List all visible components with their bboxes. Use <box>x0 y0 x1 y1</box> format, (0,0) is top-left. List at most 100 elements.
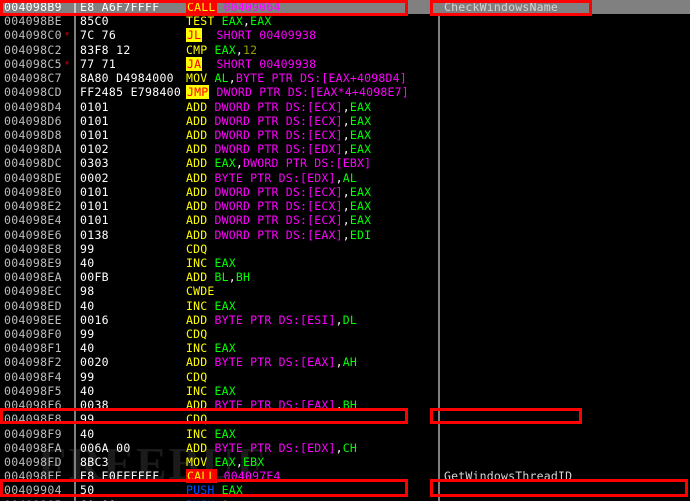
disassembly-cell: MOV AL,BYTE PTR DS:[EAX+4098D4] <box>186 71 436 85</box>
disassembly-cell: CALL 004097E4 <box>186 469 436 484</box>
disassembly-row[interactable]: 004098DE 0002 ADD BYTE PTR DS:[EDX],AL <box>0 170 690 185</box>
disassembly-row[interactable]: 004098EA 00FB ADD BL,BH <box>0 270 690 285</box>
address-column-rule <box>74 383 76 399</box>
address-column-rule <box>74 42 76 57</box>
disassembly-row[interactable]: 004098F8 99 CDQ <box>0 412 690 427</box>
operand: BL <box>214 270 229 285</box>
disassembly-row[interactable]: 004098F5 40 INC EAX <box>0 383 690 399</box>
address-cell: 004098D6 <box>4 113 62 128</box>
operand: EAX <box>214 341 236 356</box>
address-cell: 004098F5 <box>4 383 62 398</box>
operand: EAX <box>221 14 243 29</box>
address-column-rule <box>74 142 76 157</box>
disassembly-row[interactable]: 004098C5 ▾ 77 71 JA SHORT 00409938 <box>0 56 690 72</box>
hex-dump-cell: 40 <box>80 255 95 270</box>
address-cell: 004098BE <box>4 14 62 29</box>
disassembly-row[interactable]: 004098FA 006A 00 ADD BYTE PTR DS:[EDX],CH <box>0 440 690 455</box>
disassembly-row[interactable]: 004098E8 99 CDQ <box>0 241 690 256</box>
disassembly-row[interactable]: 004098EC 98 CWDE <box>0 284 690 299</box>
address-cell: 004098EC <box>4 284 62 299</box>
address-column-rule <box>74 355 76 370</box>
mnemonic: ADD <box>186 398 208 413</box>
address-cell: 004098DA <box>4 142 62 157</box>
mnemonic: CDQ <box>186 241 208 256</box>
operand: 00409938 <box>259 28 317 43</box>
disassembly-row[interactable]: 004098FF E8 E0FEFFFF CALL 004097E4 GetWindo… <box>0 469 690 484</box>
disassembly-cell: PUSH 0 <box>186 498 436 501</box>
disassembly-row[interactable]: 004098C0 ▾ 7C 76 JL SHORT 00409938 <box>0 28 690 43</box>
hex-dump-cell: 98 <box>80 284 95 299</box>
disassembly-row[interactable]: 004098E6 0138 ADD DWORD PTR DS:[EAX],EDI <box>0 227 690 242</box>
address-column-rule <box>74 85 76 100</box>
disassembly-cell: JA SHORT 00409938 <box>186 56 436 71</box>
operand: 004097E4 <box>223 469 281 484</box>
disassembly-row[interactable]: 004098F1 40 INC EAX <box>0 341 690 356</box>
hex-dump-cell: E8 E0FEFFFF <box>80 469 160 484</box>
operand: 0 <box>222 498 229 501</box>
address-cell: 004098C7 <box>4 71 62 86</box>
operand: EAX <box>349 113 372 128</box>
disassembly-row[interactable]: 004098BE 85C0 TEST EAX,EAX <box>0 14 690 29</box>
operand: , <box>228 71 236 86</box>
disassembly-cell: MOV EAX,EBX <box>186 455 436 469</box>
mnemonic: INC <box>186 341 208 356</box>
disassembly-row[interactable]: 004098DA 0102 ADD DWORD PTR DS:[EDX],EAX <box>0 142 690 157</box>
operand: EAX <box>349 99 372 114</box>
disassembly-cell: CDQ <box>186 242 436 256</box>
address-column-rule <box>74 199 76 214</box>
disassembly-row[interactable]: 004098FD 8BC3 MOV EAX,EBX <box>0 455 690 470</box>
operand: BYTE PTR DS:[EDX] <box>214 440 336 455</box>
operand: DWORD PTR DS:[EAX*4+4098E7] <box>216 85 409 100</box>
disassembly-row[interactable]: 004098EE 0016 ADD BYTE PTR DS:[ESI],DL <box>0 312 690 328</box>
mnemonic: JMP <box>186 85 210 100</box>
address-cell: 004098EE <box>4 312 62 327</box>
disassembly-row[interactable]: 004098F0 99 CDQ <box>0 327 690 342</box>
address-column-rule <box>74 56 76 72</box>
hex-dump-cell: 40 <box>80 298 95 313</box>
disassembly-row[interactable]: 004098D6 0101 ADD DWORD PTR DS:[ECX],EAX <box>0 113 690 128</box>
disassembly-row[interactable]: 004098E4 0101 ADD DWORD PTR DS:[ECX],EAX <box>0 213 690 228</box>
disassembly-row[interactable]: 004098F9 40 INC EAX <box>0 426 690 441</box>
hex-dump-cell: E8 A6F7FFFF <box>80 0 160 14</box>
address-cell: 004098E0 <box>4 184 62 199</box>
disassembly-cell: ADD BYTE PTR DS:[EAX],AH <box>186 355 436 369</box>
hex-dump-cell: 0101 <box>80 127 109 142</box>
mnemonic: ADD <box>186 127 208 142</box>
disassembly-row[interactable]: 00409904 50 PUSH EAX <box>0 483 690 498</box>
address-cell: 004098E9 <box>4 255 62 270</box>
disassembly-row[interactable]: 004098CD FF2485 E798400 JMP DWORD PTR DS:[… <box>0 85 690 100</box>
disassembly-cell: ADD BL,BH <box>186 270 436 284</box>
disassembly-cell: CWDE <box>186 284 436 298</box>
address-cell: 004098F1 <box>4 341 62 356</box>
disassembly-row[interactable]: 004098F4 99 CDQ <box>0 369 690 384</box>
hex-dump-cell: 0101 <box>80 99 109 114</box>
address-column-rule <box>74 369 76 384</box>
disassembly-row[interactable]: 004098B9 E8 A6F7FFFF CALL 00409064 CheckWin… <box>0 0 690 15</box>
disassembly-row[interactable]: 004098ED 40 INC EAX <box>0 298 690 313</box>
disassembly-row[interactable]: 004098E9 40 INC EAX <box>0 255 690 271</box>
disassembly-row[interactable]: 004098D4 0101 ADD DWORD PTR DS:[ECX],EAX <box>0 99 690 114</box>
disassembly-cell: CDQ <box>186 327 436 341</box>
address-column-rule <box>74 241 76 256</box>
disassembly-row[interactable]: 004098C7 8A80 D4984000 MOV AL,BYTE PTR DS:… <box>0 71 690 86</box>
operand: AL <box>342 170 357 185</box>
hex-dump-cell: 0038 <box>80 398 109 413</box>
operand: , <box>342 127 350 142</box>
address-column-rule <box>74 213 76 228</box>
operand: SHORT <box>209 56 260 71</box>
disassembly-row[interactable]: 00409905 6A 00 PUSH 0 <box>0 497 690 501</box>
disassembly-row[interactable]: 004098D8 0101 ADD DWORD PTR DS:[ECX],EAX <box>0 127 690 143</box>
operand: DWORD PTR DS:[ECX] <box>214 99 343 114</box>
disassembly-row[interactable]: 004098E2 0101 ADD DWORD PTR DS:[ECX],EAX <box>0 199 690 214</box>
disassembly-row[interactable]: 004098DC 0303 ADD EAX,DWORD PTR DS:[EBX] <box>0 156 690 171</box>
disassembly-row[interactable]: 004098F2 0020 ADD BYTE PTR DS:[EAX],AH <box>0 355 690 370</box>
address-cell: 004098E4 <box>4 213 62 228</box>
disassembly-listing[interactable]: 004098B9 E8 A6F7FFFF CALL 00409064 CheckWin… <box>0 0 690 501</box>
disassembly-row[interactable]: 004098E0 0101 ADD DWORD PTR DS:[ECX],EAX <box>0 184 690 200</box>
disassembly-row[interactable]: 004098C2 83F8 12 CMP EAX,12 <box>0 42 690 57</box>
disassembly-row[interactable]: 004098F6 0038 ADD BYTE PTR DS:[EAX],BH <box>0 398 690 413</box>
address-cell: 004098F2 <box>4 355 62 370</box>
hex-dump-cell: 50 <box>80 483 95 498</box>
disassembly-cell: CDQ <box>186 370 436 384</box>
hex-dump-cell: 77 71 <box>80 56 117 71</box>
